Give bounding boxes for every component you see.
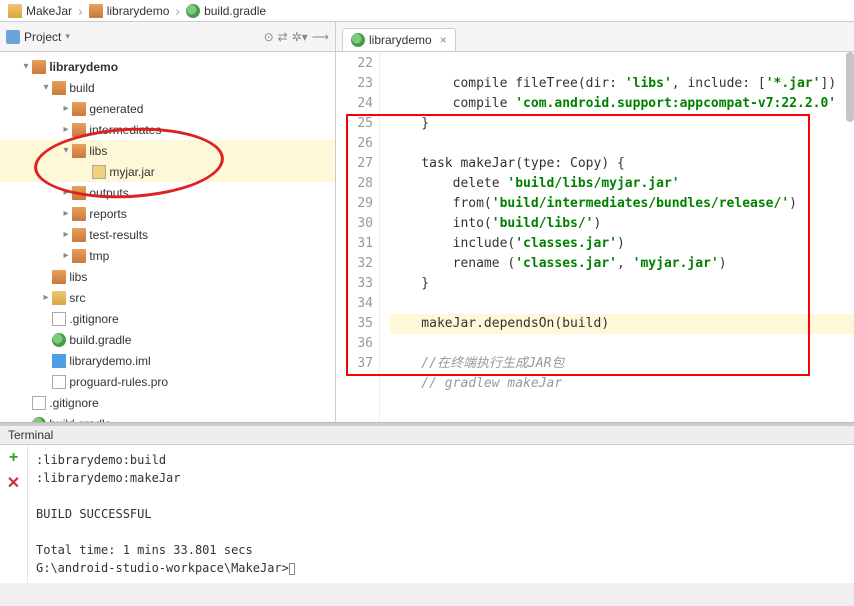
gradle-icon bbox=[32, 417, 46, 423]
folder-icon bbox=[72, 207, 86, 221]
tree-node-buildgradle[interactable]: build.gradle bbox=[0, 329, 335, 350]
tree-node-buildgradle2[interactable]: build.gradle bbox=[0, 413, 335, 422]
tree-node-build[interactable]: ▾ build bbox=[0, 77, 335, 98]
breadcrumb-label: librarydemo bbox=[107, 4, 170, 18]
tree-node-iml[interactable]: librarydemo.iml bbox=[0, 350, 335, 371]
folder-icon bbox=[52, 270, 66, 284]
folder-icon bbox=[8, 4, 22, 18]
tree-node-src[interactable]: ▸ src bbox=[0, 287, 335, 308]
close-session-button[interactable]: ✕ bbox=[7, 473, 20, 493]
breadcrumb-label: MakeJar bbox=[26, 4, 72, 18]
tab-label: librarydemo bbox=[369, 33, 432, 47]
breadcrumb-item-root[interactable]: MakeJar bbox=[4, 0, 76, 21]
file-icon bbox=[52, 312, 66, 326]
project-title: Project bbox=[24, 30, 61, 44]
folder-icon bbox=[52, 291, 66, 305]
tree-node-libs2[interactable]: libs bbox=[0, 266, 335, 287]
breadcrumb-item-module[interactable]: librarydemo bbox=[85, 0, 174, 21]
tree-node-generated[interactable]: ▸ generated bbox=[0, 98, 335, 119]
terminal-title: Terminal bbox=[8, 428, 53, 442]
terminal-tool-window: Terminal + ✕ :librarydemo:build :library… bbox=[0, 422, 854, 583]
terminal-toolbar: + ✕ bbox=[0, 445, 28, 583]
breadcrumb-label: build.gradle bbox=[204, 4, 266, 18]
collapse-icon[interactable]: ⊙ bbox=[264, 30, 274, 44]
folder-icon bbox=[72, 186, 86, 200]
tree-node-intermediates[interactable]: ▸ intermediates bbox=[0, 119, 335, 140]
tree-node-reports[interactable]: ▸ reports bbox=[0, 203, 335, 224]
breadcrumb-item-file[interactable]: build.gradle bbox=[182, 0, 270, 21]
chevron-down-icon[interactable]: ▾ bbox=[65, 31, 70, 42]
file-icon bbox=[32, 396, 46, 410]
editor-area[interactable]: 22232425262728293031323334353637 compile… bbox=[336, 52, 854, 422]
folder-icon bbox=[72, 249, 86, 263]
chevron-right-icon: › bbox=[173, 3, 182, 19]
tree-node-myjar[interactable]: myjar.jar bbox=[0, 161, 335, 182]
folder-icon bbox=[52, 81, 66, 95]
terminal-header[interactable]: Terminal bbox=[0, 423, 854, 445]
scroll-icon[interactable]: ⇄ bbox=[278, 30, 288, 44]
chevron-right-icon: › bbox=[76, 3, 85, 19]
line-number-gutter: 22232425262728293031323334353637 bbox=[336, 52, 380, 422]
close-tab-icon[interactable]: × bbox=[440, 33, 447, 47]
new-session-button[interactable]: + bbox=[9, 449, 18, 467]
gradle-icon bbox=[351, 33, 365, 47]
project-header: Project ▾ ⊙ ⇄ ✲▾ ⟶ bbox=[0, 22, 335, 52]
module-folder-icon bbox=[32, 60, 46, 74]
terminal-cursor bbox=[289, 563, 295, 575]
tree-node-testresults[interactable]: ▸ test-results bbox=[0, 224, 335, 245]
jar-icon bbox=[92, 165, 106, 179]
module-folder-icon bbox=[89, 4, 103, 18]
tab-librarydemo[interactable]: librarydemo × bbox=[342, 28, 456, 51]
file-icon bbox=[52, 375, 66, 389]
tree-node-proguard[interactable]: proguard-rules.pro bbox=[0, 371, 335, 392]
editor-panel: librarydemo × 22232425262728293031323334… bbox=[336, 22, 854, 422]
folder-icon bbox=[72, 144, 86, 158]
folder-icon bbox=[72, 228, 86, 242]
file-tree[interactable]: ▾ librarydemo ▾ build ▸ generated ▸ inte… bbox=[0, 52, 335, 422]
gradle-icon bbox=[52, 333, 66, 347]
tree-node-root[interactable]: ▾ librarydemo bbox=[0, 56, 335, 77]
settings-icon[interactable]: ✲▾ bbox=[292, 30, 308, 44]
hide-icon[interactable]: ⟶ bbox=[312, 30, 329, 44]
scrollbar-thumb[interactable] bbox=[846, 52, 854, 122]
folder-icon bbox=[72, 102, 86, 116]
editor-tabs: librarydemo × bbox=[336, 22, 854, 52]
code-editor[interactable]: compile fileTree(dir: 'libs', include: [… bbox=[380, 52, 854, 422]
tree-node-gitignore[interactable]: .gitignore bbox=[0, 308, 335, 329]
folder-icon bbox=[72, 123, 86, 137]
tree-node-tmp[interactable]: ▸ tmp bbox=[0, 245, 335, 266]
tree-node-gitignore2[interactable]: .gitignore bbox=[0, 392, 335, 413]
terminal-output[interactable]: :librarydemo:build :librarydemo:makeJar … bbox=[28, 445, 854, 583]
project-tool-window: Project ▾ ⊙ ⇄ ✲▾ ⟶ ▾ librarydemo ▾ build… bbox=[0, 22, 336, 422]
tree-node-libs[interactable]: ▾ libs bbox=[0, 140, 335, 161]
iml-icon bbox=[52, 354, 66, 368]
main-area: Project ▾ ⊙ ⇄ ✲▾ ⟶ ▾ librarydemo ▾ build… bbox=[0, 22, 854, 422]
project-view-icon bbox=[6, 30, 20, 44]
breadcrumb-bar: MakeJar › librarydemo › build.gradle bbox=[0, 0, 854, 22]
gradle-icon bbox=[186, 4, 200, 18]
tree-node-outputs[interactable]: ▸ outputs bbox=[0, 182, 335, 203]
